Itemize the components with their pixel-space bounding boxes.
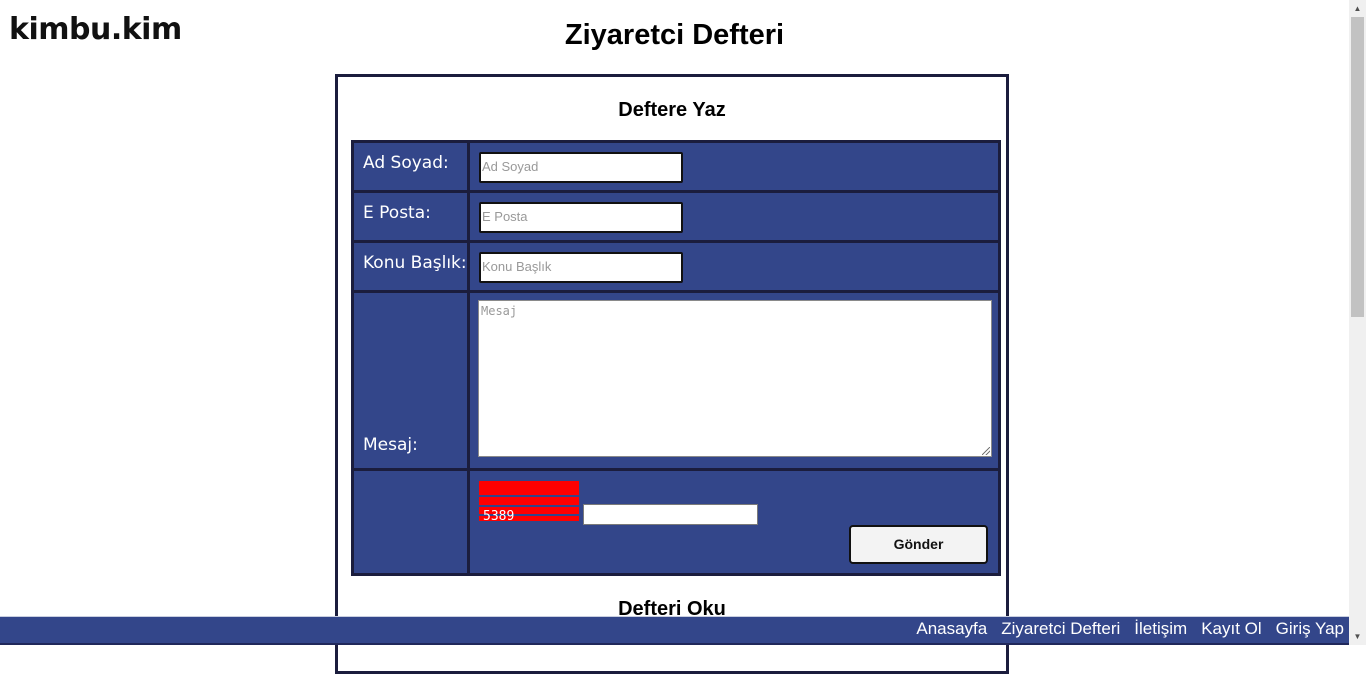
name-input[interactable]: Ad Soyad (479, 152, 683, 183)
captcha-input[interactable] (583, 504, 758, 525)
captcha-cell: 5389 Gönder (470, 471, 998, 573)
email-label: E Posta: (354, 193, 467, 240)
name-label: Ad Soyad: (354, 143, 467, 190)
subject-input[interactable]: Konu Başlık (479, 252, 683, 283)
page-title: Ziyaretci Defteri (564, 19, 785, 51)
message-textarea[interactable]: Mesaj (478, 300, 992, 457)
footer-nav-bar: Anasayfa Ziyaretci Defteri İletişim Kayı… (0, 616, 1349, 645)
nav-contact-link[interactable]: İletişim (1134, 619, 1187, 639)
nav-guestbook-link[interactable]: Ziyaretci Defteri (1001, 619, 1120, 639)
email-cell: E Posta (470, 193, 998, 240)
scroll-down-icon[interactable]: ▼ (1349, 628, 1366, 645)
captcha-image: 5389 (479, 481, 579, 521)
guestbook-panel: Deftere Yaz Ad Soyad: Ad Soyad E Posta: … (335, 74, 1009, 674)
email-input[interactable]: E Posta (479, 202, 683, 233)
message-cell: Mesaj (470, 293, 998, 468)
name-cell: Ad Soyad (470, 143, 998, 190)
write-section-heading: Deftere Yaz (618, 99, 726, 121)
submit-button[interactable]: Gönder (849, 525, 988, 564)
resize-handle-icon[interactable] (982, 447, 990, 455)
guestbook-form: Ad Soyad: Ad Soyad E Posta: E Posta Konu… (351, 140, 1001, 576)
captcha-label-cell (354, 471, 467, 573)
footer-nav: Anasayfa Ziyaretci Defteri İletişim Kayı… (916, 619, 1344, 639)
nav-home-link[interactable]: Anasayfa (916, 619, 987, 639)
nav-register-link[interactable]: Kayıt Ol (1201, 619, 1261, 639)
scrollbar-thumb[interactable] (1351, 17, 1364, 317)
captcha-noise (479, 497, 579, 505)
message-placeholder: Mesaj (481, 304, 518, 318)
captcha-noise (479, 481, 579, 495)
nav-login-link[interactable]: Giriş Yap (1276, 619, 1344, 639)
scroll-up-icon[interactable]: ▲ (1349, 0, 1366, 17)
vertical-scrollbar[interactable]: ▲ ▼ (1349, 0, 1366, 645)
message-label: Mesaj: (354, 293, 467, 468)
subject-cell: Konu Başlık (470, 243, 998, 290)
captcha-code: 5389 (483, 509, 515, 521)
subject-label: Konu Başlık: (354, 243, 467, 290)
